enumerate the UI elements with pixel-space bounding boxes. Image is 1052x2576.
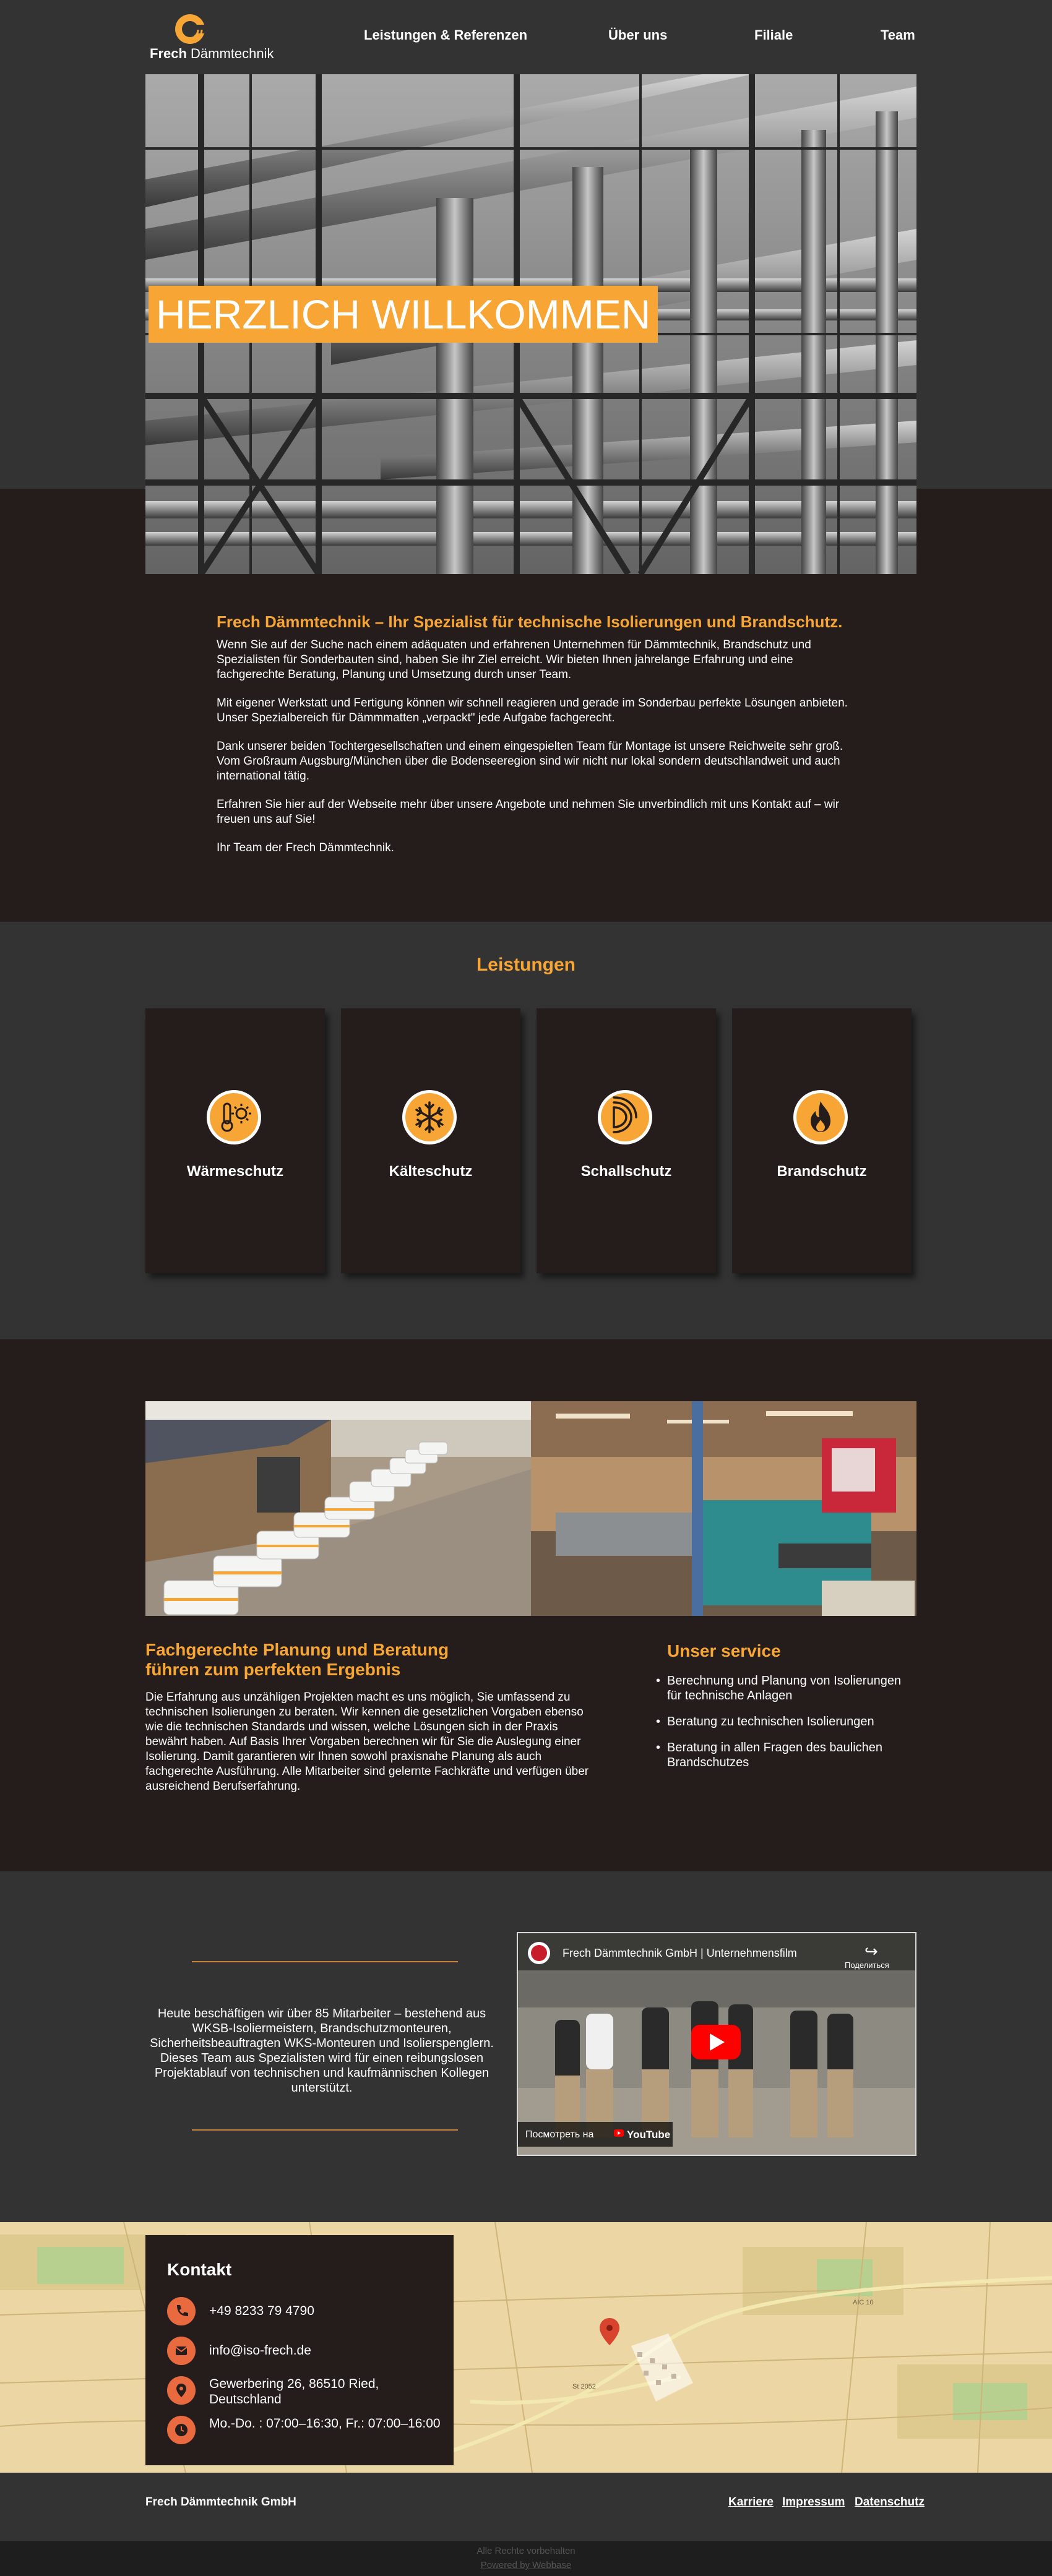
video-embed[interactable]: Frech Dämmtechnik GmbH | Unternehmensfil… [517,1932,916,2156]
service-card-label: Wärmeschutz [186,1163,284,1180]
team-text: Heute beschäftigen wir über 85 Mitarbeit… [150,2007,494,2095]
flame-icon [793,1090,848,1144]
video-share-label[interactable]: Поделиться [845,1960,889,1970]
service-item: Berechnung und Planung von Isolierungen … [656,1673,916,1703]
vans-photo [145,1401,531,1616]
nav-ueber-uns[interactable]: Über uns [608,27,667,43]
service-card-kaelteschutz[interactable]: Kälteschutz [341,1008,520,1273]
service-item: Beratung zu technischen Isolierungen [656,1714,916,1729]
service-card-waermeschutz[interactable]: Wärmeschutz [145,1008,325,1273]
intro-paragraph: Dank unserer beiden Tochtergesellschafte… [217,740,843,783]
intro-heading: Frech Dämmtechnik – Ihr Spezialist für t… [217,612,843,631]
intro-section: Frech Dämmtechnik – Ihr Spezialist für t… [217,612,848,869]
service-card-label: Schallschutz [580,1163,672,1180]
rights-text: Alle Rechte vorbehalten [476,2546,576,2556]
divider [192,1961,458,1962]
planning-title: Fachgerechte Planung und Beratung führen… [145,1640,449,1679]
intro-paragraph: Erfahren Sie hier auf der Webseite mehr … [217,798,840,826]
footer-link-karriere[interactable]: Karriere [728,2496,774,2509]
video-title[interactable]: Frech Dämmtechnik GmbH | Unternehmensfil… [563,1947,797,1960]
thermometer-sun-icon [207,1090,261,1144]
map-road-label: AIC 10 [853,2299,874,2306]
service-card-label: Kälteschutz [389,1163,473,1180]
logo-mark-icon [175,14,207,44]
service-card-schallschutz[interactable]: Schallschutz [537,1008,716,1273]
workshop-photo [531,1401,916,1616]
map-road-label: St 2052 [572,2383,596,2390]
email-icon [167,2337,196,2365]
footer-link-impressum[interactable]: Impressum [782,2496,845,2509]
footer-company: Frech Dämmtechnik GmbH [145,2496,296,2509]
logo-text: Frech Dämmtechnik [150,46,274,61]
intro-signature: Ihr Team der Frech Dämmtechnik. [217,841,394,854]
hero-title: HERZLICH WILLKOMMEN [149,286,658,343]
youtube-logo[interactable]: YouTube [627,2129,670,2141]
divider [192,2129,458,2131]
snowflake-icon [402,1090,457,1144]
sound-waves-icon [598,1090,652,1144]
intro-paragraph: Wenn Sie auf der Suche nach einem adäqua… [217,638,811,681]
intro-paragraph: Mit eigener Werkstatt und Fertigung könn… [217,697,848,724]
planning-text: Die Erfahrung aus unzähligen Projekten m… [145,1691,589,1793]
service-card-brandschutz[interactable]: Brandschutz [732,1008,912,1273]
clock-icon [167,2416,196,2444]
video-watch-label[interactable]: Посмотреть на [525,2129,593,2140]
logo[interactable]: Frech Dämmtechnik [149,9,274,64]
powered-by-link[interactable]: Powered by Webbase [0,2560,1052,2570]
location-pin-icon [167,2376,196,2405]
site-header: Frech Dämmtechnik Leistungen & Referenze… [0,0,1052,74]
service-list: Berechnung und Planung von Isolierungen … [656,1673,916,1781]
service-item: Beratung in allen Fragen des baulichen B… [656,1740,916,1770]
nav-team[interactable]: Team [881,27,915,43]
sub-footer: Alle Rechte vorbehalten Powered by Webba… [0,2541,1052,2576]
leistungen-title: Leistungen [476,955,576,975]
service-card-label: Brandschutz [777,1163,867,1180]
contact-box: Kontakt +49 8233 79 4790 info@iso-frech.… [145,2235,454,2465]
nav-leistungen[interactable]: Leistungen & Referenzen [364,27,527,43]
service-title: Unser service [667,1641,781,1660]
phone-icon [167,2297,196,2325]
share-icon[interactable]: ↪ [864,1942,878,1961]
footer-link-datenschutz[interactable]: Datenschutz [855,2496,925,2509]
nav-filiale[interactable]: Filiale [754,27,793,43]
contact-title: Kontakt [167,2260,232,2279]
site-footer: Frech Dämmtechnik GmbH Karriere Impressu… [0,2473,1052,2541]
